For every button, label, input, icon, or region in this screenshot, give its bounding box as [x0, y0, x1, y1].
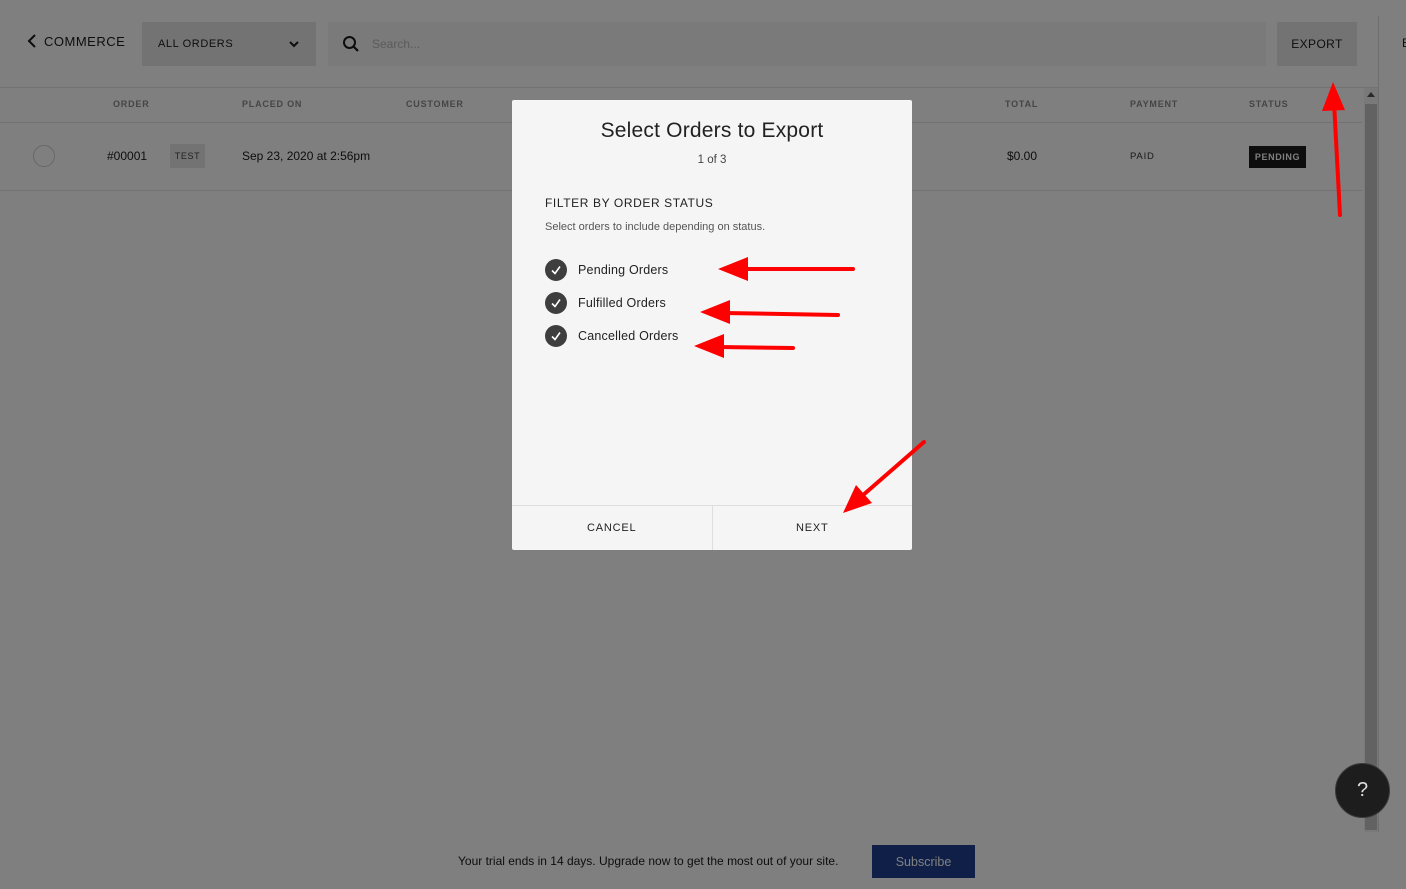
- cancel-button[interactable]: CANCEL: [512, 506, 713, 550]
- option-fulfilled-orders[interactable]: Fulfilled Orders: [545, 292, 666, 314]
- checkmark-icon: [551, 299, 561, 308]
- help-button[interactable]: ?: [1335, 763, 1390, 818]
- checkbox-pending-orders[interactable]: [545, 259, 567, 281]
- checkbox-cancelled-orders[interactable]: [545, 325, 567, 347]
- checkmark-icon: [551, 266, 561, 275]
- export-dialog: Select Orders to Export 1 of 3 FILTER BY…: [512, 100, 912, 550]
- dialog-footer: CANCEL NEXT: [512, 505, 912, 550]
- option-label: Fulfilled Orders: [578, 296, 666, 310]
- help-icon: ?: [1356, 779, 1369, 801]
- option-pending-orders[interactable]: Pending Orders: [545, 259, 668, 281]
- checkbox-fulfilled-orders[interactable]: [545, 292, 567, 314]
- dialog-step-indicator: 1 of 3: [697, 154, 727, 166]
- dialog-title: Select Orders to Export: [600, 119, 824, 142]
- next-button[interactable]: NEXT: [713, 506, 913, 550]
- filter-section-title: FILTER BY ORDER STATUS: [545, 196, 714, 210]
- checkmark-icon: [551, 332, 561, 341]
- option-label: Pending Orders: [578, 263, 669, 277]
- option-cancelled-orders[interactable]: Cancelled Orders: [545, 325, 678, 347]
- option-label: Cancelled Orders: [578, 329, 679, 343]
- filter-section-description: Select orders to include depending on st…: [545, 221, 766, 233]
